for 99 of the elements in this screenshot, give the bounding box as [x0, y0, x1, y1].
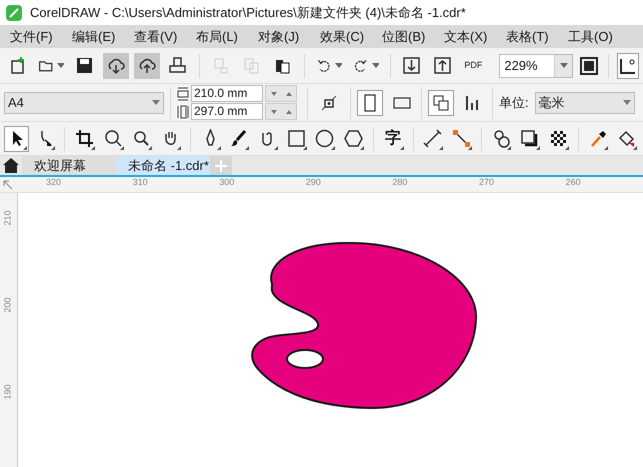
- menu-item[interactable]: 查看(V): [128, 26, 190, 46]
- corner-triangle-icon: [90, 146, 95, 150]
- ruler-label: 190: [2, 384, 13, 400]
- zoom-icon: [104, 129, 123, 148]
- menu-item[interactable]: 对象(J): [252, 26, 314, 46]
- connector-icon: [452, 129, 471, 148]
- corner-triangle-icon: [536, 146, 540, 150]
- menu-item[interactable]: 布局(L): [190, 26, 252, 46]
- export-icon: [432, 56, 452, 75]
- corner-triangle-icon: [120, 146, 124, 150]
- spin-down-icon: [270, 92, 276, 96]
- corner-triangle-icon: [216, 146, 221, 150]
- ruler-label: 310: [132, 177, 148, 187]
- bars-icon: [465, 94, 481, 110]
- width-field[interactable]: 210.0 mm: [191, 85, 263, 102]
- height-field[interactable]: 297.0 mm: [191, 103, 263, 120]
- corner-triangle-icon: [564, 146, 569, 150]
- document-tab[interactable]: 欢迎屏幕: [22, 156, 116, 175]
- corner-triangle-icon: [604, 146, 608, 150]
- dimension-icon: [423, 129, 442, 148]
- caret-icon: [152, 100, 160, 105]
- text-tool[interactable]: 字: [380, 126, 406, 152]
- ruler-label: 320: [46, 177, 62, 187]
- corner-triangle-icon: [245, 146, 250, 150]
- corner-triangle-icon: [176, 146, 181, 150]
- blend-icon: [492, 129, 511, 148]
- rectangle-icon: [286, 129, 306, 148]
- pages-icon: [433, 94, 449, 110]
- corner-triangle-icon: [507, 146, 512, 150]
- menu-item[interactable]: 文本(X): [438, 26, 500, 46]
- brush-icon: [229, 129, 248, 148]
- portrait-page-icon: [364, 94, 376, 112]
- menu-item[interactable]: 位图(B): [376, 26, 438, 46]
- corner-triangle-icon: [51, 146, 56, 150]
- document-tab[interactable]: 未命名 -1.cdr*: [116, 156, 210, 175]
- width-icon: [177, 86, 189, 100]
- spin-down-icon: [270, 110, 276, 114]
- ruler-label: 270: [479, 177, 494, 187]
- cloud-download-icon: [106, 56, 126, 75]
- spin-up-icon: [286, 92, 292, 96]
- corner-triangle-icon: [439, 146, 444, 150]
- corner-triangle-icon: [274, 146, 278, 150]
- window-title: CorelDRAW - C:\Users\Administrator\Pictures\新建文件夹 (4)\未命名 -1.cdr*: [30, 4, 466, 22]
- app-logo-icon: [6, 4, 22, 20]
- polygon-icon: [344, 129, 364, 148]
- corner-triangle-icon: [468, 146, 472, 150]
- menu-item[interactable]: 编辑(E): [66, 26, 128, 46]
- pdf-button[interactable]: PDF: [460, 52, 486, 78]
- corner-triangle-icon: [302, 146, 307, 150]
- plus-icon: [215, 160, 227, 172]
- menu-item[interactable]: 表格(T): [500, 26, 562, 46]
- home-icon: [3, 158, 19, 173]
- pick-tool[interactable]: [4, 126, 29, 152]
- height-icon: [177, 104, 189, 118]
- corner-triangle-icon: [633, 146, 638, 150]
- ruler-label: 210: [2, 210, 13, 226]
- menu-item[interactable]: 效果(C): [314, 26, 376, 46]
- units-dropdown[interactable]: 毫米: [534, 92, 635, 114]
- ruler-label: 290: [306, 177, 321, 187]
- save-icon: [75, 56, 94, 75]
- corner-triangle-icon: [331, 146, 336, 150]
- caret-icon: [622, 100, 631, 105]
- corner-triangle-icon: [22, 146, 27, 150]
- caret-icon: [560, 63, 568, 68]
- spin-up-icon: [286, 110, 292, 114]
- page-node-icon: [320, 94, 338, 112]
- shadow-icon: [520, 129, 540, 148]
- menu-item[interactable]: 文件(F): [4, 26, 66, 46]
- ruler-label: 260: [566, 177, 581, 187]
- zoom-dropdown[interactable]: 229%: [499, 54, 574, 78]
- ellipse-icon: [315, 129, 334, 148]
- zoom-icon: [132, 129, 152, 148]
- corner-triangle-icon: [400, 146, 404, 150]
- ruler-icon: [618, 56, 637, 74]
- cloud-up-button[interactable]: [134, 52, 160, 78]
- printer-icon: [168, 56, 188, 75]
- menu-item[interactable]: 工具(O): [562, 26, 624, 46]
- checkerboard-icon: [548, 129, 568, 148]
- corner-triangle-icon: [360, 146, 364, 150]
- ruler-label: 280: [392, 177, 408, 187]
- units-label: 单位:: [499, 94, 529, 112]
- landscape-page-icon: [393, 96, 411, 108]
- ruler-label: 300: [219, 177, 234, 187]
- eyedropper-icon: [588, 129, 608, 148]
- corner-triangle-icon: [148, 146, 152, 150]
- rulers-button[interactable]: [616, 52, 639, 78]
- page-size-dropdown[interactable]: A4: [4, 92, 164, 114]
- portrait-button[interactable]: [357, 90, 383, 116]
- all-pages-button[interactable]: [428, 90, 454, 116]
- ruler-label: 200: [2, 297, 13, 313]
- cloud-upload-icon: [137, 56, 156, 75]
- import-icon: [402, 56, 421, 75]
- full-screen-icon: [580, 56, 598, 74]
- cloud-down-button[interactable]: [102, 52, 129, 78]
- height-spinner[interactable]: [265, 103, 297, 120]
- paint-bucket-icon: [617, 129, 636, 148]
- crop-icon: [75, 129, 94, 148]
- width-spinner[interactable]: [265, 85, 297, 102]
- documents-icon: [242, 56, 262, 75]
